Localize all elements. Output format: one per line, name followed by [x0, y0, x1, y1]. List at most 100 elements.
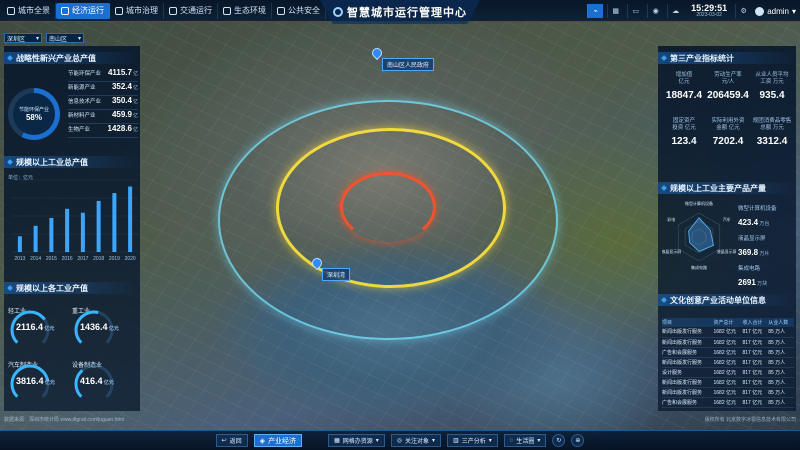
table-row[interactable]: 广告和会展服务 1682 亿元 817 亿元 85 万人 — [662, 397, 794, 408]
products-values: 微型计算机设备 423.4 万台 液晶显示屏 369.8 万片 集成电路 2691 万块 — [738, 204, 796, 294]
map-label-bay[interactable]: 深圳湾 — [322, 268, 351, 281]
table-row[interactable]: 新闻出版发行服务 1682 亿元 817 亿元 85 万人 — [662, 357, 794, 368]
gauge-value: 1436.4 亿元 — [80, 322, 119, 332]
nav-item-5[interactable]: 公共安全 — [272, 2, 326, 19]
gauge-value-number: 2116.4 — [16, 322, 44, 332]
donut-center: 节能环保产业 58% — [13, 93, 55, 135]
bullet-icon — [7, 159, 13, 165]
chart-icon — [61, 6, 69, 15]
focus-target-button[interactable]: ◎ 关注对象 ▾ — [390, 434, 442, 447]
product-value-item[interactable]: 微型计算机设备 423.4 万台 — [738, 204, 796, 230]
nav-item-4[interactable]: 生态环境 — [218, 2, 272, 19]
item-value: 350.4 — [111, 96, 132, 105]
gauge-value-number: 3816.4 — [16, 376, 44, 386]
industry-gauge[interactable]: 轻工业 2116.4 亿元 — [8, 300, 68, 350]
nav-item-1[interactable]: 经济运行 — [56, 2, 110, 19]
item-unit: 亿 — [132, 113, 138, 119]
clipboard-icon[interactable]: ▭ — [627, 4, 643, 18]
cloud-icon[interactable]: ☁ — [667, 4, 683, 18]
nav-item-label: 城市治理 — [126, 6, 158, 15]
strategic-list-item[interactable]: 生物产业 1428.6亿 — [68, 124, 138, 138]
footnote-left: 数据来源：深圳市统计局 www.dtgrail.com/juguan.html — [4, 417, 125, 423]
stat-value: 18847.4 — [665, 90, 703, 101]
radar-axis-label: 彩电 — [667, 216, 675, 222]
industries-title-text: 规模以上各工业产值 — [16, 283, 88, 293]
strategic-list-item[interactable]: 新材料产业 459.9亿 — [68, 110, 138, 124]
nav-item-2[interactable]: 城市治理 — [110, 2, 164, 19]
table-cell: 85 万人 — [768, 357, 794, 368]
item-name: 新材料产业 — [68, 113, 96, 119]
strategic-list-item[interactable]: 信息技术产业 350.4亿 — [68, 96, 138, 110]
back-button[interactable]: ↩ 返回 — [215, 434, 248, 447]
strategic-title: 战略性新兴产业总产值 — [4, 52, 140, 64]
rotate-button[interactable]: ↻ — [552, 434, 566, 447]
stat-card[interactable]: 劳动生产率 元/人 206459.4 — [706, 72, 750, 118]
item-value-wrap: 1428.6亿 — [108, 124, 138, 133]
table-row[interactable]: 新闻出版发行服务 1682 亿元 817 亿元 85 万人 — [662, 377, 794, 388]
tertiary-analysis-button[interactable]: ▥ 三产分析 ▾ — [447, 434, 498, 447]
table-cell: 817 亿元 — [742, 327, 769, 338]
bullet-icon — [7, 285, 13, 291]
bar-2014 — [33, 225, 38, 252]
stat-card[interactable]: 实际利用外资 金额 亿元 7202.4 — [706, 118, 750, 164]
stat-card[interactable]: 固定资产 投资 亿元 123.4 — [662, 118, 706, 164]
table-row[interactable]: 新闻出版发行服务 1682 亿元 817 亿元 85 万人 — [662, 387, 794, 398]
stat-label: 劳动生产率 元/人 — [714, 72, 742, 85]
stat-card[interactable]: 规团消费品零售 总额 万元 3312.4 — [750, 118, 794, 164]
footnote-right: 版权所有 北京数字冰雹信息技术有限公司 — [704, 417, 796, 423]
bar-2018 — [96, 200, 101, 252]
item-value-wrap: 4115.7亿 — [108, 68, 138, 77]
industry-economy-button[interactable]: ◈ 产业经济 — [253, 434, 303, 447]
chart-toggle-icon[interactable]: ⌁ — [587, 4, 604, 18]
stat-label: 固定资产 投资 亿元 — [672, 118, 696, 131]
column-header: 收入合计 — [742, 318, 769, 327]
industrial-bar-chart[interactable]: 2013 2014 2015 2016 2017 2018 2019 2020 — [8, 178, 138, 262]
industries-title: 规模以上各工业产值 — [4, 282, 140, 294]
life-circle-button[interactable]: ◌ 生活圈 ▾ — [503, 434, 547, 447]
stat-card[interactable]: 增加值 亿元 18847.4 — [662, 72, 706, 118]
gauge-value: 2116.4 亿元 — [16, 322, 54, 332]
subdistrict-select[interactable]: 南山区 ▾ — [46, 33, 84, 43]
chevron-down-icon: ▾ — [375, 438, 379, 444]
gauge-value-number: 1436.4 — [80, 322, 108, 332]
grid-resource-button[interactable]: ▦ 网格办资源 ▾ — [328, 434, 385, 447]
table-cell: 85 万人 — [768, 397, 794, 408]
stat-card[interactable]: 从业人员平均 工资 万元 935.4 — [750, 72, 794, 118]
location-icon[interactable]: ◉ — [647, 4, 663, 18]
product-value-wrap: 369.8 万片 — [738, 242, 796, 260]
item-name: 节能环保产业 — [68, 71, 102, 77]
tick-label-2020: 2020 — [125, 256, 136, 262]
gauge-value: 416.4 亿元 — [80, 376, 114, 386]
industry-gauge[interactable]: 汽车制造业 3816.4 亿元 — [8, 354, 68, 404]
district-select[interactable]: 深圳区 ▾ — [4, 33, 42, 43]
grid-icon[interactable]: ▦ — [607, 4, 623, 18]
district-value: 深圳区 — [7, 36, 26, 43]
strategic-list-item[interactable]: 节能环保产业 4115.7亿 — [68, 68, 138, 82]
table-row[interactable]: 新闻出版发行服务 1682 亿元 817 亿元 85 万人 — [662, 337, 794, 348]
table-row[interactable]: 新闻出版发行服务 1682 亿元 817 亿元 85 万人 — [662, 327, 794, 338]
settings-icon[interactable]: ⚙ — [735, 4, 751, 18]
bottom-bar: ↩ 返回 ◈ 产业经济 ▦ 网格办资源 ▾ ◎ 关注对象 ▾ ▥ 三产分析 ▾ ◌ 生活圈 ▾ ↻ … — [0, 430, 800, 450]
nav-item-label: 城市全景 — [18, 6, 50, 15]
rotate-icon: ↻ — [556, 438, 562, 444]
item-name: 生物产业 — [68, 127, 91, 133]
table-cell: 817 亿元 — [742, 357, 769, 368]
product-value-item[interactable]: 集成电路 2691 万块 — [738, 264, 796, 290]
industry-gauge[interactable]: 设备制造业 416.4 亿元 — [72, 354, 132, 404]
industry-gauge[interactable]: 重工业 1436.4 亿元 — [72, 300, 132, 350]
table-row[interactable]: 广告和会展服务 1682 亿元 817 亿元 85 万人 — [662, 347, 794, 358]
radar-axis-label: 液晶显示屏 — [717, 248, 736, 254]
nav-item-3[interactable]: 交通运行 — [164, 2, 218, 19]
map-label-government[interactable]: 南山区人民政府 — [382, 58, 435, 71]
bullet-icon — [661, 185, 667, 191]
item-unit: 亿 — [132, 99, 138, 105]
product-value-item[interactable]: 液晶显示屏 369.8 万片 — [738, 234, 796, 260]
strategic-donut[interactable]: 节能环保产业 58% — [8, 88, 60, 140]
strategic-list-item[interactable]: 新能源产业 352.4亿 — [68, 82, 138, 96]
industry-economy-label: 产业经济 — [268, 437, 297, 445]
locate-button[interactable]: ⊕ — [571, 434, 585, 447]
user-menu[interactable]: admin ▾ — [755, 6, 796, 16]
table-row[interactable]: 设计服务 1682 亿元 817 亿元 85 万人 — [662, 367, 794, 378]
products-radar-chart[interactable]: 微型计算机设备汽车液晶显示屏集成电路 液晶显示屏 彩电 — [662, 200, 736, 274]
nav-item-0[interactable]: 城市全景 — [2, 2, 56, 19]
